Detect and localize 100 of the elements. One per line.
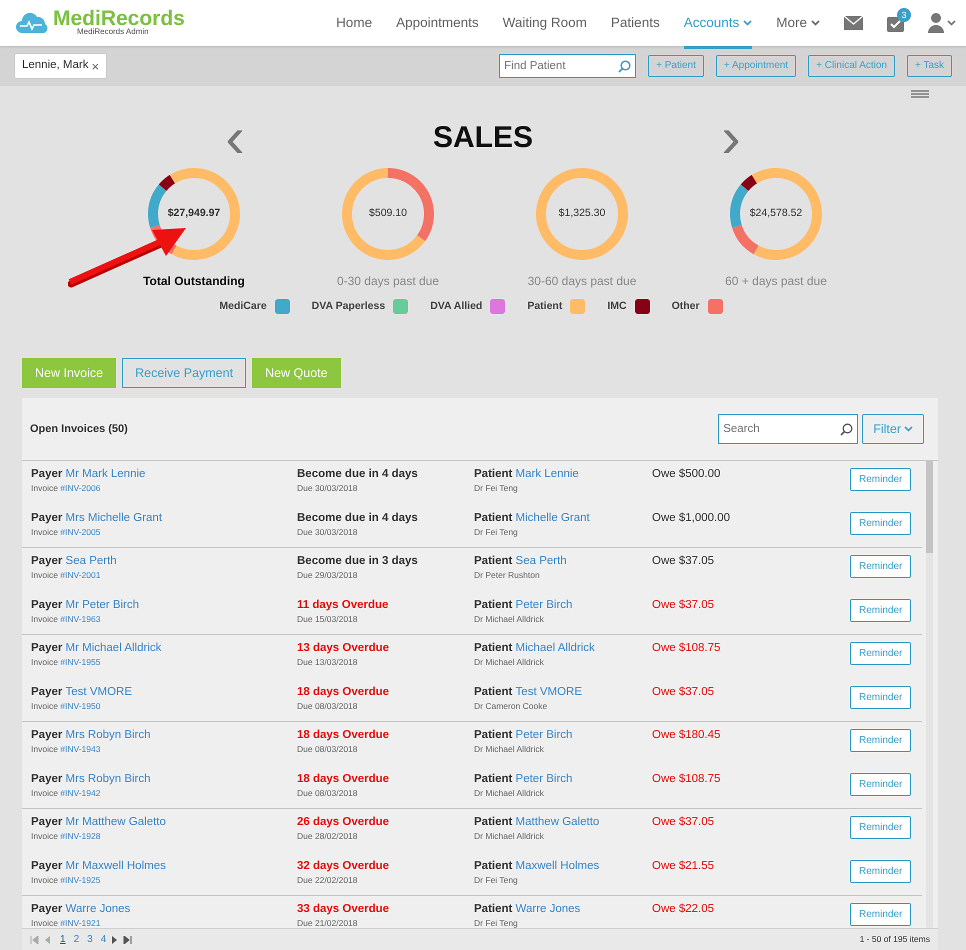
patient-line: Patient Peter Birch <box>474 598 574 612</box>
amount-owed: Owe $37.05 <box>652 815 716 830</box>
patient-detail: Dr Fei Teng <box>474 917 519 928</box>
brand-logo[interactable]: MediRecords <box>53 8 185 29</box>
close-icon[interactable]: × <box>91 60 100 72</box>
patient-detail: Dr Cameron Cooke <box>474 700 548 712</box>
nav-link[interactable]: Appointments <box>396 0 479 50</box>
amount-owed: Owe $37.05 <box>652 554 716 569</box>
page-link[interactable]: 1 <box>60 932 66 947</box>
user-menu-button[interactable] <box>928 13 956 33</box>
reminder-button[interactable]: Reminder <box>850 816 912 839</box>
toolbar-button[interactable]: + Appointment <box>716 55 796 77</box>
nav-link[interactable]: Waiting Room <box>502 0 587 50</box>
find-patient-field[interactable]: Find Patient <box>499 54 636 78</box>
payer-detail: Invoice #INV-1921 <box>31 917 102 928</box>
patient-detail: Dr Fei Teng <box>474 482 519 495</box>
payer-detail: Invoice #INV-1955 <box>31 656 102 669</box>
due-status: Become due in 3 days <box>297 554 419 569</box>
reminder-button[interactable]: Reminder <box>850 860 912 882</box>
payer-line: Payer Mr Michael Alldrick <box>31 641 162 656</box>
page-link[interactable]: 2 <box>74 932 80 947</box>
patient-detail: Dr Fei Teng <box>474 874 519 886</box>
patient-line: Patient Michael Alldrick <box>474 641 596 656</box>
action-button[interactable]: New Quote <box>252 358 341 388</box>
search-icon[interactable] <box>840 422 854 436</box>
payer-line: Payer Mr Peter Birch <box>31 598 140 612</box>
nav-link[interactable]: More <box>776 0 820 50</box>
patient-detail: Dr Michael Alldrick <box>474 656 545 669</box>
payer-detail: Invoice #INV-1942 <box>31 786 102 800</box>
reminder-button[interactable]: Reminder <box>850 903 912 926</box>
caret-icon <box>947 20 956 26</box>
patient-detail: Dr Peter Rushton <box>474 569 541 582</box>
panel-title: Open Invoices (50) <box>30 422 128 437</box>
patient-line: Patient Sea Perth <box>474 554 568 569</box>
patient-detail: Dr Michael Alldrick <box>474 743 545 756</box>
reminder-button[interactable]: Reminder <box>850 772 912 796</box>
patient-line: Patient Mark Lennie <box>474 467 580 482</box>
toolbar-button[interactable]: + Patient <box>648 55 704 77</box>
reminder-button[interactable]: Reminder <box>850 468 912 491</box>
patient-line: Patient Test VMORE <box>474 684 584 700</box>
last-page-icon[interactable] <box>123 936 132 944</box>
toolbar-button[interactable]: + Task <box>907 55 952 77</box>
reminder-button[interactable]: Reminder <box>850 555 912 578</box>
action-button[interactable]: New Invoice <box>22 358 116 388</box>
payer-line: Payer Mr Maxwell Holmes <box>31 858 167 874</box>
previous-button[interactable]: ‹ <box>214 118 255 158</box>
next-page-icon[interactable] <box>110 936 120 944</box>
patient-detail: Dr Michael Alldrick <box>474 612 545 626</box>
brand-subtitle: MediRecords Admin <box>77 26 150 38</box>
search-field[interactable]: Search <box>718 414 858 444</box>
caret-icon <box>904 426 913 432</box>
nav-link[interactable]: Patients <box>610 0 660 50</box>
next-button[interactable]: › <box>711 118 752 158</box>
patient-detail: Dr Fei Teng <box>474 526 519 538</box>
mail-icon[interactable] <box>844 16 863 30</box>
sales-title: SALES <box>432 120 534 156</box>
payer-detail: Invoice #INV-1928 <box>31 830 102 843</box>
legend-label: Other <box>672 299 700 314</box>
due-date: Due 21/02/2018 <box>297 917 358 928</box>
payer-detail: Invoice #INV-2006 <box>31 482 102 495</box>
amount-owed: Owe $108.75 <box>652 772 722 786</box>
donut-amount: $509.10 <box>369 206 407 222</box>
due-date: Due 08/03/2018 <box>297 743 358 756</box>
payer-line: Payer Mrs Robyn Birch <box>31 772 152 786</box>
patient-tab[interactable]: Lennie, Mark × <box>14 53 108 79</box>
amount-owed: Owe $500.00 <box>652 467 722 482</box>
amount-owed: Owe $37.05 <box>652 684 716 700</box>
patient-line: Patient Matthew Galetto <box>474 815 600 830</box>
patient-name: Lennie, Mark <box>22 58 88 74</box>
patient-line: Patient Maxwell Holmes <box>474 858 600 874</box>
pagination-summary: 1 - 50 of 195 items <box>860 933 930 946</box>
legend-label: DVA Allied <box>430 299 482 314</box>
reminder-button[interactable]: Reminder <box>850 512 912 534</box>
payer-detail: Invoice #INV-1925 <box>31 874 102 886</box>
page-link[interactable]: 4 <box>100 932 106 947</box>
due-date: Due 22/02/2018 <box>297 874 358 886</box>
payer-line: Payer Mrs Robyn Birch <box>31 728 152 743</box>
reminder-button[interactable]: Reminder <box>850 598 912 622</box>
action-button[interactable]: Receive Payment <box>122 358 246 388</box>
filter-button[interactable]: Filter <box>862 414 924 444</box>
patient-line: Patient Warre Jones <box>474 902 582 917</box>
donut-amount: $27,949.97 <box>168 206 220 222</box>
patient-line: Patient Michelle Grant <box>474 510 591 526</box>
legend-label: IMC <box>607 299 627 314</box>
toolbar-button[interactable]: + Clinical Action <box>808 55 895 77</box>
legend-label: Patient <box>527 299 562 314</box>
reminder-button[interactable]: Reminder <box>850 686 912 708</box>
due-date: Due 30/03/2018 <box>297 482 358 495</box>
nav-link[interactable]: Home <box>336 0 372 50</box>
legend-label: DVA Paperless <box>312 299 386 314</box>
menu-icon[interactable] <box>911 90 929 98</box>
page-link[interactable]: 3 <box>87 932 93 947</box>
scrollbar[interactable] <box>926 461 933 928</box>
due-date: Due 08/03/2018 <box>297 786 358 800</box>
due-date: Due 08/03/2018 <box>297 700 358 712</box>
amount-owed: Owe $21.55 <box>652 858 716 874</box>
reminder-button[interactable]: Reminder <box>850 729 912 752</box>
reminder-button[interactable]: Reminder <box>850 642 912 665</box>
due-status: 18 days Overdue <box>297 728 390 743</box>
due-date: Due 15/03/2018 <box>297 612 358 626</box>
